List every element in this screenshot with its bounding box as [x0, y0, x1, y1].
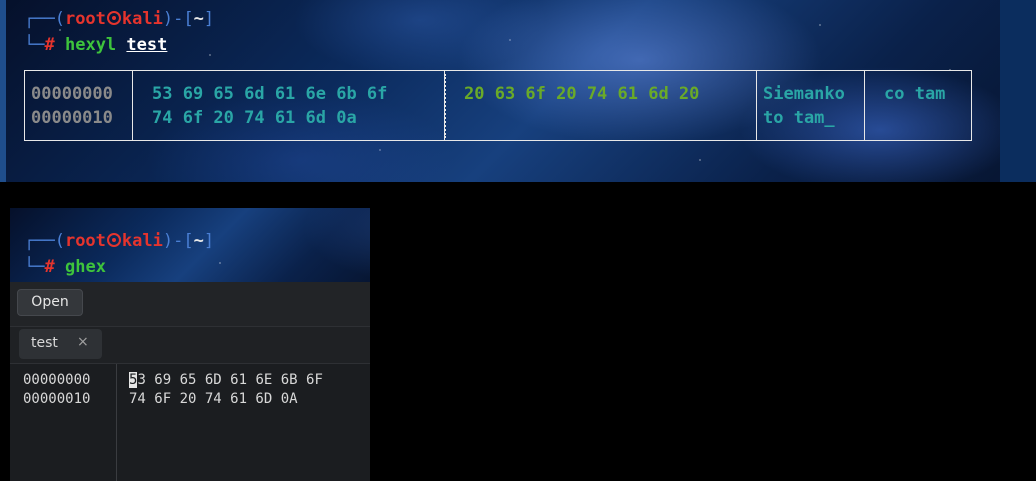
- prompt-corner: ┌──(: [24, 9, 65, 29]
- hexyl-hex-row: 20 63 6f 20 74 61 6d 20: [464, 84, 700, 104]
- hexyl-ascii: Siemanko: [763, 84, 845, 104]
- prompt-end: ]: [203, 9, 215, 29]
- ghex-window: Open test × 00000000 00000010 53 69 65 6…: [10, 282, 370, 481]
- prompt-dir: ~: [193, 231, 204, 251]
- terminal-border: [0, 0, 6, 182]
- command-name: ghex: [64, 257, 106, 277]
- prompt-end: ]: [203, 231, 215, 251]
- prompt-corner: ┌──(: [24, 231, 65, 251]
- hexyl-hex-row: 74 6f 20 74 61 6d 0a: [152, 108, 357, 128]
- hexyl-ascii: co tam: [884, 84, 946, 104]
- command-prefix: └─: [24, 35, 45, 55]
- prompt-hash: #: [44, 35, 55, 55]
- command-line: └─# hexyl test: [24, 35, 167, 55]
- prompt-host: kali: [121, 231, 163, 251]
- ghex-column-separator: [116, 364, 117, 481]
- prompt-host: kali: [121, 9, 163, 29]
- prompt-user: root: [64, 9, 106, 29]
- close-icon[interactable]: ×: [77, 334, 89, 350]
- tab-test[interactable]: test ×: [19, 329, 102, 359]
- ghex-hex-row[interactable]: 53 69 65 6D 61 6E 6B 6F: [129, 372, 323, 388]
- ghex-offset: 00000010: [23, 391, 91, 407]
- prompt-dir: ~: [193, 9, 204, 29]
- open-button[interactable]: Open: [17, 289, 83, 316]
- hexyl-separator: [132, 70, 133, 141]
- ghex-toolbar: Open: [10, 282, 370, 327]
- command-name: hexyl: [64, 35, 117, 55]
- command-prefix: └─: [24, 257, 45, 277]
- prompt-mid: )-[: [162, 9, 194, 29]
- hexyl-offset: 00000010: [31, 108, 113, 128]
- ghex-hex-row[interactable]: 74 6F 20 74 61 6D 0A: [129, 391, 298, 407]
- prompt-mid: )-[: [162, 231, 194, 251]
- terminal-side-strip: [1000, 0, 1036, 182]
- command-argument: test: [126, 35, 168, 55]
- command-line: └─# ghex: [24, 257, 106, 277]
- hexyl-output-box: [24, 70, 972, 141]
- hexyl-separator: [864, 70, 865, 141]
- hexyl-dotted-separator: [444, 74, 446, 138]
- ghex-tab-bar: test ×: [10, 327, 370, 364]
- hexyl-hex-row: 53 69 65 6d 61 6e 6b 6f: [152, 84, 388, 104]
- prompt-line: ┌──(root kali)-[~]: [24, 231, 214, 251]
- tab-label: test: [31, 335, 58, 351]
- kali-skull-icon: [106, 233, 121, 247]
- hexyl-offset: 00000000: [31, 84, 113, 104]
- prompt-user: root: [64, 231, 106, 251]
- hexyl-ascii: to tam_: [763, 108, 835, 128]
- prompt-hash: #: [44, 257, 55, 277]
- ghex-hex-values[interactable]: 3 69 65 6D 61 6E 6B 6F: [137, 372, 322, 388]
- hexyl-separator: [756, 70, 757, 141]
- prompt-line: ┌──(root kali)-[~]: [24, 9, 214, 29]
- kali-skull-icon: [106, 11, 121, 25]
- ghex-offset: 00000000: [23, 372, 91, 388]
